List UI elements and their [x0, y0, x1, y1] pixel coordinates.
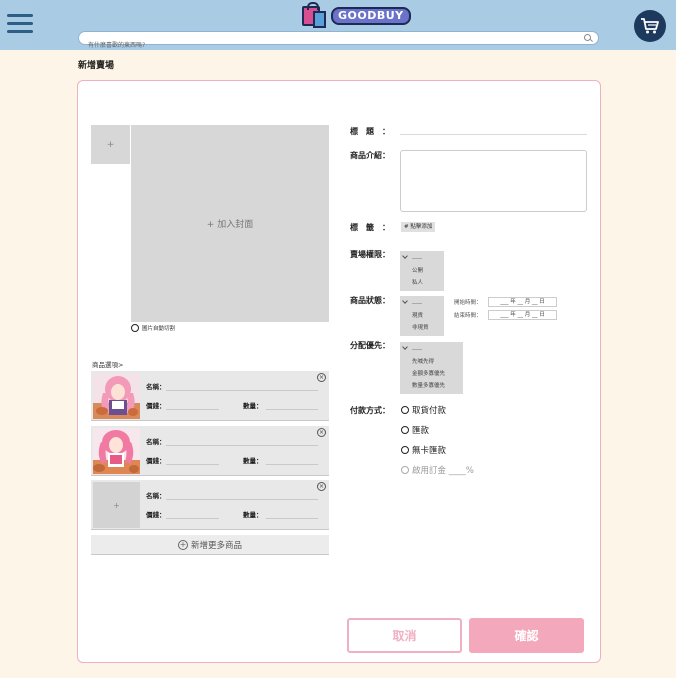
- end-date-input[interactable]: ___ 年 __ 月 __ 日: [488, 310, 557, 320]
- payment-option-cod[interactable]: 取貨付款: [401, 404, 446, 416]
- cart-icon: [641, 18, 659, 34]
- product-qty-input[interactable]: [266, 464, 318, 465]
- remove-product-icon[interactable]: ×: [317, 482, 326, 491]
- product-price-label: 價錢：: [146, 511, 166, 519]
- dropdown-option-private[interactable]: 私人: [403, 277, 441, 289]
- product-name-label: 名稱：: [146, 492, 166, 500]
- product-options-header[interactable]: 商品選項>: [92, 359, 123, 369]
- tag-label: 標 籤 ：: [350, 223, 390, 232]
- auto-crop-radio[interactable]: [131, 324, 139, 332]
- auto-crop-option[interactable]: 圖片自動切割: [131, 324, 175, 332]
- payment-method-label: 付款方式：: [350, 406, 390, 415]
- description-textarea[interactable]: [400, 150, 587, 212]
- add-tag-button[interactable]: # 點擊添加: [401, 222, 436, 232]
- product-name-label: 名稱：: [146, 383, 166, 391]
- search-icon[interactable]: [584, 34, 591, 41]
- description-label: 商品介紹：: [350, 151, 390, 160]
- page-title: 新增賣場: [78, 61, 115, 71]
- payment-option-cardless-transfer[interactable]: 無卡匯款: [401, 444, 446, 456]
- chevron-down-icon: [402, 253, 408, 259]
- shopping-bag-icon: [302, 2, 326, 28]
- remove-product-icon[interactable]: ×: [317, 428, 326, 437]
- add-more-products-button[interactable]: + 新增更多商品: [91, 535, 329, 555]
- auto-crop-label: 圖片自動切割: [142, 326, 176, 332]
- product-price-input[interactable]: [166, 464, 219, 465]
- add-cover-button[interactable]: + 加入封面: [131, 125, 329, 322]
- create-store-form: + + 加入封面 圖片自動切割 商品選項> 名稱： 價錢： 數量： × 名稱： …: [77, 80, 601, 663]
- end-time-label: 結束時間：: [454, 313, 482, 319]
- product-option-card: 名稱： 價錢： 數量： ×: [91, 371, 329, 421]
- confirm-button[interactable]: 確認: [469, 618, 584, 653]
- cart-button[interactable]: [634, 10, 666, 42]
- start-date-input[interactable]: ___ 年 __ 月 __ 日: [488, 297, 557, 307]
- product-qty-label: 數量：: [243, 457, 263, 465]
- deposit-option[interactable]: 啟用訂金 ____%: [401, 464, 474, 476]
- start-time-label: 開始時間：: [454, 300, 482, 306]
- product-name-input[interactable]: [166, 445, 318, 446]
- payment-radio[interactable]: [401, 406, 409, 414]
- product-image[interactable]: [93, 373, 140, 419]
- product-image[interactable]: [93, 428, 140, 474]
- hamburger-menu-icon[interactable]: [7, 14, 33, 34]
- dropdown-option-amount-priority[interactable]: 金額多寡優先: [403, 368, 460, 380]
- allocation-priority-label: 分配優先：: [350, 341, 390, 350]
- product-price-label: 價錢：: [146, 457, 166, 465]
- search-bar: [78, 31, 599, 52]
- product-status-label: 商品狀態：: [350, 296, 390, 305]
- product-price-input[interactable]: [166, 409, 219, 410]
- dropdown-selected[interactable]: -----: [402, 298, 441, 310]
- logo[interactable]: GOODBUY: [302, 2, 411, 28]
- search-input[interactable]: [79, 39, 559, 52]
- add-more-label: 新增更多商品: [190, 540, 242, 551]
- product-qty-label: 數量：: [243, 402, 263, 410]
- store-permission-dropdown[interactable]: ----- 公開 私人: [400, 251, 444, 291]
- title-label: 標 題 ：: [350, 127, 390, 136]
- payment-radio[interactable]: [401, 446, 409, 454]
- dropdown-option-public[interactable]: 公開: [403, 265, 441, 277]
- add-product-image[interactable]: +: [93, 482, 140, 528]
- dropdown-selected[interactable]: -----: [402, 253, 441, 265]
- cancel-button[interactable]: 取消: [347, 618, 462, 653]
- payment-radio[interactable]: [401, 426, 409, 434]
- product-qty-input[interactable]: [266, 518, 318, 519]
- title-input[interactable]: [400, 134, 587, 135]
- product-option-card: 名稱： 價錢： 數量： ×: [91, 426, 329, 476]
- product-qty-input[interactable]: [266, 409, 318, 410]
- product-price-label: 價錢：: [146, 402, 166, 410]
- product-option-card: + 名稱： 價錢： 數量： ×: [91, 480, 329, 530]
- store-permission-label: 賣場權限：: [350, 250, 390, 259]
- dropdown-option-preorder[interactable]: 非現貨: [403, 322, 441, 334]
- product-qty-label: 數量：: [243, 511, 263, 519]
- allocation-priority-dropdown[interactable]: ----- 先喊先得 金額多寡優先 數量多寡優先: [400, 342, 463, 394]
- dropdown-option-in-stock[interactable]: 現貨: [403, 310, 441, 322]
- product-name-input[interactable]: [166, 390, 318, 391]
- product-status-dropdown[interactable]: ----- 現貨 非現貨: [400, 296, 444, 336]
- deposit-radio[interactable]: [401, 466, 409, 474]
- product-name-input[interactable]: [166, 499, 318, 500]
- product-price-input[interactable]: [166, 518, 219, 519]
- remove-product-icon[interactable]: ×: [317, 373, 326, 382]
- logo-text: GOODBUY: [331, 7, 411, 25]
- top-header: GOODBUY: [0, 0, 676, 52]
- add-image-thumb[interactable]: +: [91, 125, 130, 164]
- chevron-down-icon: [402, 344, 408, 350]
- plus-circle-icon: +: [177, 539, 188, 550]
- dropdown-selected[interactable]: -----: [402, 344, 460, 356]
- dropdown-option-first-come[interactable]: 先喊先得: [403, 356, 460, 368]
- product-name-label: 名稱：: [146, 438, 166, 446]
- dropdown-option-quantity-priority[interactable]: 數量多寡優先: [403, 380, 460, 392]
- chevron-down-icon: [402, 298, 408, 304]
- payment-option-transfer[interactable]: 匯款: [401, 424, 429, 436]
